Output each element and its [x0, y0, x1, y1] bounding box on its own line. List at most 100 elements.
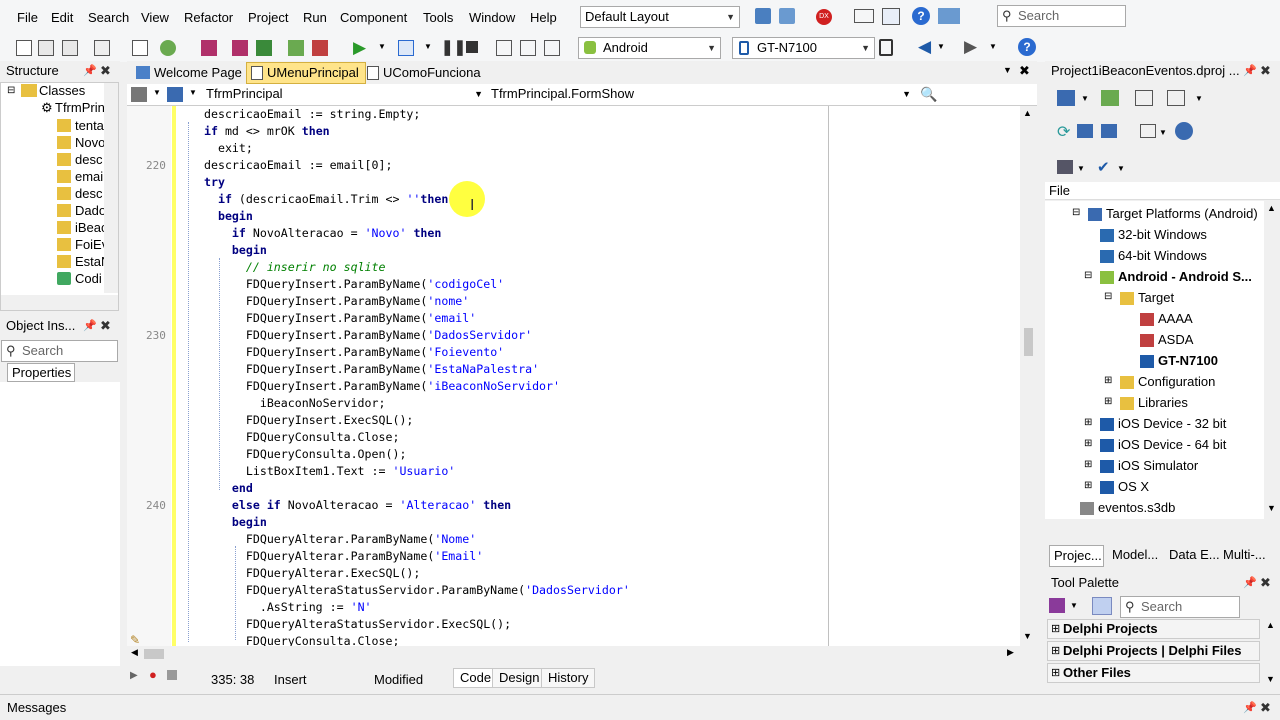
- menu-file[interactable]: File: [17, 10, 38, 25]
- scroll-down-icon[interactable]: ▼: [1023, 631, 1032, 641]
- activate-icon[interactable]: [1057, 90, 1075, 106]
- chevron-down-icon[interactable]: ▼: [1081, 94, 1089, 103]
- close-icon[interactable]: ✖: [1260, 575, 1271, 591]
- context-help-icon[interactable]: ?: [1018, 38, 1036, 56]
- tab-umenuprincipal[interactable]: UMenuPrincipal: [246, 62, 366, 84]
- pointer-icon[interactable]: [1092, 597, 1112, 615]
- new-icon[interactable]: [16, 40, 32, 56]
- tree-expander-icon[interactable]: ⊞: [1104, 375, 1112, 386]
- tab-welcome-page[interactable]: Welcome Page: [132, 63, 248, 83]
- menu-edit[interactable]: Edit: [51, 10, 73, 25]
- close-icon[interactable]: ✖: [100, 318, 111, 334]
- desktop-save-icon[interactable]: [755, 8, 771, 24]
- project-icon[interactable]: [167, 87, 183, 102]
- close-icon[interactable]: ✖: [100, 63, 111, 79]
- mail-icon[interactable]: [854, 9, 874, 23]
- add-to-project-icon[interactable]: [288, 40, 304, 56]
- sort-icon[interactable]: [1140, 124, 1156, 138]
- options-icon[interactable]: [1175, 122, 1193, 140]
- run-options-dropdown-icon[interactable]: ▼: [424, 42, 432, 51]
- project-tree-item[interactable]: Android - Android S...: [1118, 269, 1252, 284]
- structure-item[interactable]: desc: [75, 152, 102, 167]
- tree-expander-icon[interactable]: ⊞: [1084, 438, 1092, 449]
- run-dropdown-icon[interactable]: ▼: [378, 42, 386, 51]
- remove-icon[interactable]: [94, 40, 110, 56]
- class-combo[interactable]: TfrmPrincipal ▼: [202, 85, 487, 104]
- chevron-down-icon[interactable]: ▼: [1077, 164, 1085, 173]
- forward-icon[interactable]: ▶: [964, 37, 977, 57]
- tab-data-explorer[interactable]: Data E...: [1165, 545, 1223, 567]
- tree-expander-icon[interactable]: ⊞: [1104, 396, 1112, 407]
- category-delphi-projects[interactable]: ⊞ Delphi Projects: [1047, 619, 1260, 639]
- back-icon[interactable]: ◀: [918, 37, 931, 57]
- chevron-down-icon[interactable]: ▼: [1070, 601, 1078, 610]
- close-file-icon[interactable]: [62, 40, 78, 56]
- back-dropdown-icon[interactable]: ▼: [937, 42, 945, 51]
- scroll-thumb[interactable]: [1024, 328, 1033, 356]
- categories-icon[interactable]: [1049, 598, 1065, 613]
- structure-item[interactable]: emai: [75, 169, 103, 184]
- close-tab-icon[interactable]: ✖: [1019, 63, 1030, 79]
- project-tree-item[interactable]: 32-bit Windows: [1118, 227, 1207, 242]
- pin-icon[interactable]: 📌: [1243, 64, 1257, 77]
- scroll-up-icon[interactable]: ▲: [1023, 108, 1032, 118]
- structure-hscroll[interactable]: [1, 295, 118, 310]
- menu-project[interactable]: Project: [248, 10, 288, 25]
- project-tree-item[interactable]: AAAA: [1158, 311, 1193, 326]
- menu-tools[interactable]: Tools: [423, 10, 453, 25]
- pin-icon[interactable]: 📌: [83, 319, 97, 332]
- category-delphi-files[interactable]: ⊞ Delphi Projects | Delphi Files: [1047, 641, 1260, 661]
- pause-icon[interactable]: ❚❚: [441, 38, 466, 56]
- run-icon[interactable]: ▶: [353, 38, 366, 58]
- remove-from-project-icon[interactable]: [312, 40, 328, 56]
- method-combo[interactable]: TfrmPrincipal.FormShow ▼: [489, 85, 915, 104]
- close-icon[interactable]: ✖: [1260, 700, 1271, 716]
- menu-view[interactable]: View: [141, 10, 169, 25]
- help-icon[interactable]: ?: [912, 7, 930, 25]
- editor-hscroll[interactable]: ◀ ▶: [127, 646, 1020, 662]
- chevron-down-icon[interactable]: ▼: [1195, 94, 1203, 103]
- sync-icon[interactable]: ⟳: [1057, 122, 1070, 142]
- tab-project-manager[interactable]: Projec...: [1049, 545, 1104, 567]
- tab-design[interactable]: Design: [492, 668, 547, 688]
- menu-search[interactable]: Search: [88, 10, 129, 25]
- tree-expander-icon[interactable]: ⊟: [1072, 207, 1080, 218]
- properties-tab[interactable]: Properties: [7, 363, 75, 382]
- structure-item[interactable]: Codi: [75, 271, 102, 286]
- tree-expander-icon[interactable]: ⊞: [1084, 459, 1092, 470]
- tab-ucomofunciona[interactable]: UComoFunciona: [363, 63, 487, 83]
- structure-item-classes[interactable]: Classes: [39, 83, 85, 98]
- structure-item[interactable]: Dado: [75, 203, 106, 218]
- project-tree-item[interactable]: Configuration: [1138, 374, 1215, 389]
- project-vscroll[interactable]: ▲ ▼: [1264, 201, 1280, 519]
- project-tree-item[interactable]: iOS Device - 64 bit: [1118, 437, 1226, 452]
- scroll-up-icon[interactable]: ▲: [1266, 620, 1275, 630]
- search-icon[interactable]: 🔍: [920, 86, 937, 103]
- debug-stop-icon[interactable]: DX: [816, 9, 832, 25]
- scroll-down-icon[interactable]: ▼: [1266, 674, 1275, 684]
- code-editor[interactable]: ▲ ▼: [127, 106, 1037, 646]
- tab-model-view[interactable]: Model...: [1108, 545, 1166, 567]
- pin-icon[interactable]: 📌: [83, 64, 97, 77]
- desktop-layout-icon[interactable]: [779, 8, 795, 24]
- project-tree-item[interactable]: Libraries: [1138, 395, 1188, 410]
- printer-icon[interactable]: [131, 87, 147, 102]
- save-all-alt-icon[interactable]: [256, 40, 272, 56]
- chevron-down-icon[interactable]: ▼: [1117, 164, 1125, 173]
- step-into-icon[interactable]: [496, 40, 512, 56]
- tab-list-dropdown-icon[interactable]: ▼: [1003, 65, 1012, 75]
- remove-icon[interactable]: [1135, 90, 1153, 106]
- forward-dropdown-icon[interactable]: ▼: [989, 42, 997, 51]
- project-tree-item[interactable]: ASDA: [1158, 332, 1193, 347]
- top-search-input[interactable]: ⚲ Search: [997, 5, 1126, 27]
- open-icon[interactable]: [132, 40, 148, 56]
- record-play-icon[interactable]: ▶: [130, 670, 138, 681]
- step-over-icon[interactable]: [520, 40, 536, 56]
- scroll-right-icon[interactable]: ▶: [1007, 647, 1014, 658]
- structure-item[interactable]: tenta: [75, 118, 104, 133]
- tree-collapse-icon[interactable]: ⊟: [7, 85, 15, 96]
- project-tree-item[interactable]: 64-bit Windows: [1118, 248, 1207, 263]
- step-out-icon[interactable]: [544, 40, 560, 56]
- remote-icon[interactable]: [938, 8, 960, 24]
- scroll-left-icon[interactable]: ◀: [131, 647, 138, 658]
